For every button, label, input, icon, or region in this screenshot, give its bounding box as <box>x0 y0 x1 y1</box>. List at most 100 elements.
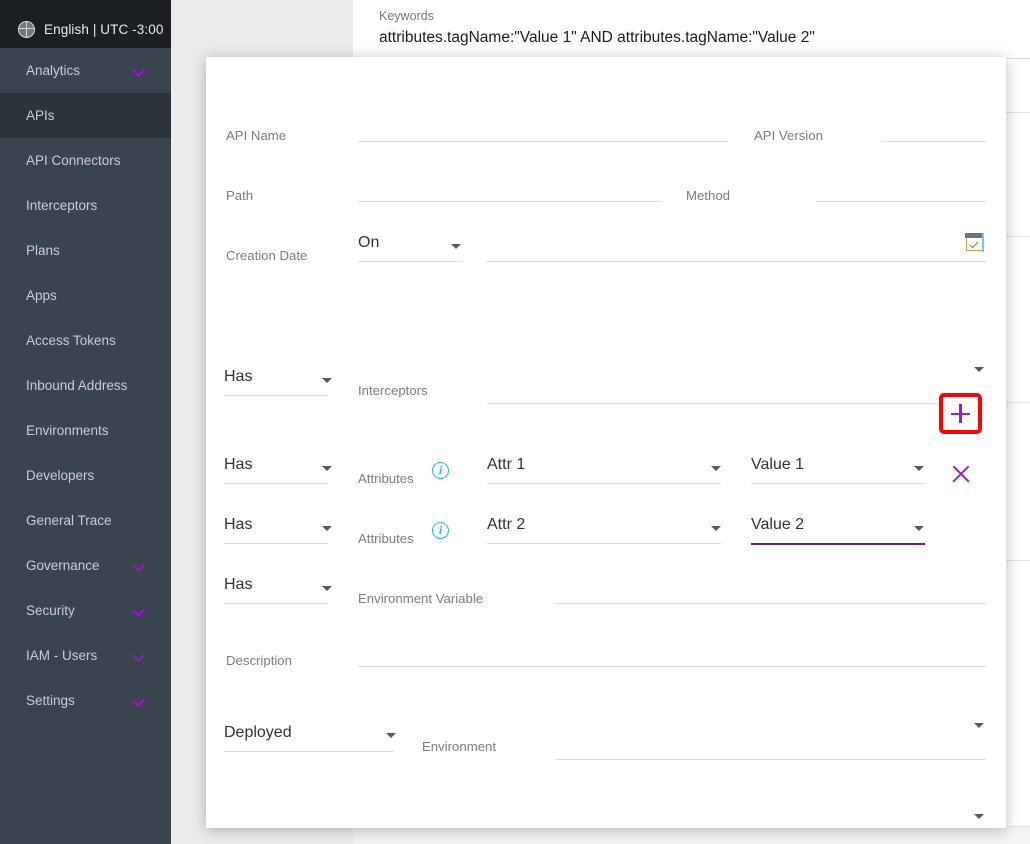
env-variable-has-underline <box>224 603 328 604</box>
calendar-icon-header <box>965 233 982 238</box>
api-version-label: API Version <box>754 128 823 143</box>
sidebar-item-label: Interceptors <box>26 198 97 213</box>
sidebar-item-label: Environments <box>26 423 109 438</box>
attributes-1-has-value[interactable]: Has <box>224 456 252 474</box>
interceptors-has-value[interactable]: Has <box>224 368 252 386</box>
attributes-2-label: Attributes <box>358 531 414 546</box>
chevron-down-icon[interactable] <box>322 378 332 383</box>
api-name-input[interactable] <box>358 141 728 142</box>
language-label: English | UTC -3:00 <box>44 22 163 37</box>
api-name-label: API Name <box>226 128 286 143</box>
sidebar-item-label: APIs <box>26 108 55 123</box>
chevron-down-icon[interactable] <box>386 733 396 738</box>
info-icon[interactable]: i <box>432 522 449 539</box>
sidebar-item-security[interactable]: Security <box>0 588 171 633</box>
chevron-down-icon[interactable] <box>914 466 924 471</box>
sidebar-item-label: IAM - Users <box>26 648 97 663</box>
sidebar-top-strip <box>0 0 171 10</box>
sidebar-item-label: Inbound Address <box>26 378 127 393</box>
sidebar-item-environments[interactable]: Environments <box>0 408 171 453</box>
env-variable-label: Environment Variable <box>358 591 483 606</box>
sidebar-item-label: Governance <box>26 558 100 573</box>
attributes-2-attr-value[interactable]: Attr 2 <box>487 516 525 534</box>
sidebar-item-general-trace[interactable]: General Trace <box>0 498 171 543</box>
attributes-1-label: Attributes <box>358 471 414 486</box>
advanced-search-dialog: API Name API Version Path Method Creatio… <box>206 57 1006 828</box>
chevron-down-icon[interactable] <box>974 723 984 728</box>
sidebar-item-developers[interactable]: Developers <box>0 453 171 498</box>
calendar-icon-accent <box>982 233 984 252</box>
attributes-1-value-value[interactable]: Value 1 <box>751 456 804 474</box>
sidebar-item-apis[interactable]: APIs <box>0 93 171 138</box>
remove-attribute-button[interactable] <box>950 463 972 485</box>
chevron-down-icon[interactable] <box>322 586 332 591</box>
calendar-icon[interactable] <box>966 234 983 251</box>
language-bar[interactable]: English | UTC -3:00 <box>0 10 171 48</box>
chevron-down-icon[interactable] <box>322 526 332 531</box>
sidebar-item-inbound-address[interactable]: Inbound Address <box>0 363 171 408</box>
creation-date-input[interactable] <box>486 261 986 262</box>
globe-icon <box>18 21 35 38</box>
creation-date-operator-value[interactable]: On <box>358 234 379 252</box>
app-root: Keywords attributes.tagName:"Value 1" AN… <box>0 0 1030 844</box>
environment-label: Environment <box>422 739 496 754</box>
description-label: Description <box>226 653 292 668</box>
chevron-down-icon[interactable] <box>974 814 984 819</box>
attributes-2-has-value[interactable]: Has <box>224 516 252 534</box>
sidebar: English | UTC -3:00 Analytics APIs API C… <box>0 0 171 844</box>
attributes-2-value-value[interactable]: Value 2 <box>751 516 804 534</box>
path-input[interactable] <box>358 201 662 202</box>
sidebar-item-interceptors[interactable]: Interceptors <box>0 183 171 228</box>
chevron-down-icon[interactable] <box>974 367 984 372</box>
chevron-down-icon[interactable] <box>711 466 721 471</box>
deployed-value[interactable]: Deployed <box>224 724 292 742</box>
sidebar-item-label: Access Tokens <box>26 333 116 348</box>
chevron-down-icon <box>132 649 145 662</box>
horizontal-scrollbar[interactable] <box>353 826 1030 844</box>
chevron-down-icon[interactable] <box>322 466 332 471</box>
chevron-down-icon[interactable] <box>711 526 721 531</box>
sidebar-item-label: Analytics <box>26 63 80 78</box>
env-variable-has-value[interactable]: Has <box>224 576 252 594</box>
attributes-1-attr-underline <box>487 483 721 484</box>
sidebar-item-label: Apps <box>26 288 57 303</box>
interceptors-has-underline <box>224 395 328 396</box>
attributes-1-attr-value[interactable]: Attr 1 <box>487 456 525 474</box>
chevron-down-icon[interactable] <box>914 526 924 531</box>
interceptors-label: Interceptors <box>358 383 428 398</box>
attributes-1-has-underline <box>224 483 328 484</box>
interceptors-input[interactable] <box>487 403 986 404</box>
chevron-down-icon[interactable] <box>451 244 461 249</box>
sidebar-item-label: Settings <box>26 693 75 708</box>
attributes-2-attr-underline <box>487 543 721 544</box>
sidebar-item-apps[interactable]: Apps <box>0 273 171 318</box>
deployed-underline <box>224 751 394 752</box>
sidebar-item-analytics[interactable]: Analytics <box>0 48 171 93</box>
info-icon[interactable]: i <box>432 462 449 479</box>
sidebar-item-api-connectors[interactable]: API Connectors <box>0 138 171 183</box>
chevron-down-icon <box>132 694 145 707</box>
method-input[interactable] <box>816 201 986 202</box>
environment-input[interactable] <box>555 759 986 760</box>
chevron-down-icon <box>132 559 145 572</box>
sidebar-item-label: General Trace <box>26 513 112 528</box>
sidebar-item-plans[interactable]: Plans <box>0 228 171 273</box>
method-label: Method <box>686 188 730 203</box>
add-attribute-button[interactable] <box>939 393 982 434</box>
attributes-1-value-underline <box>751 483 925 484</box>
creation-date-operator-underline <box>358 261 462 262</box>
keywords-input[interactable]: attributes.tagName:"Value 1" AND attribu… <box>379 29 815 47</box>
sidebar-item-settings[interactable]: Settings <box>0 678 171 723</box>
sidebar-item-label: Plans <box>26 243 60 258</box>
env-variable-input[interactable] <box>555 603 986 604</box>
sidebar-item-access-tokens[interactable]: Access Tokens <box>0 318 171 363</box>
api-version-input[interactable] <box>882 141 986 142</box>
path-label: Path <box>226 188 253 203</box>
description-input[interactable] <box>358 666 986 667</box>
sidebar-item-label: Developers <box>26 468 94 483</box>
sidebar-item-label: Security <box>26 603 75 618</box>
sidebar-item-governance[interactable]: Governance <box>0 543 171 588</box>
creation-date-label: Creation Date <box>226 248 307 263</box>
sidebar-item-iam-users[interactable]: IAM - Users <box>0 633 171 678</box>
calendar-icon-check <box>970 240 978 248</box>
